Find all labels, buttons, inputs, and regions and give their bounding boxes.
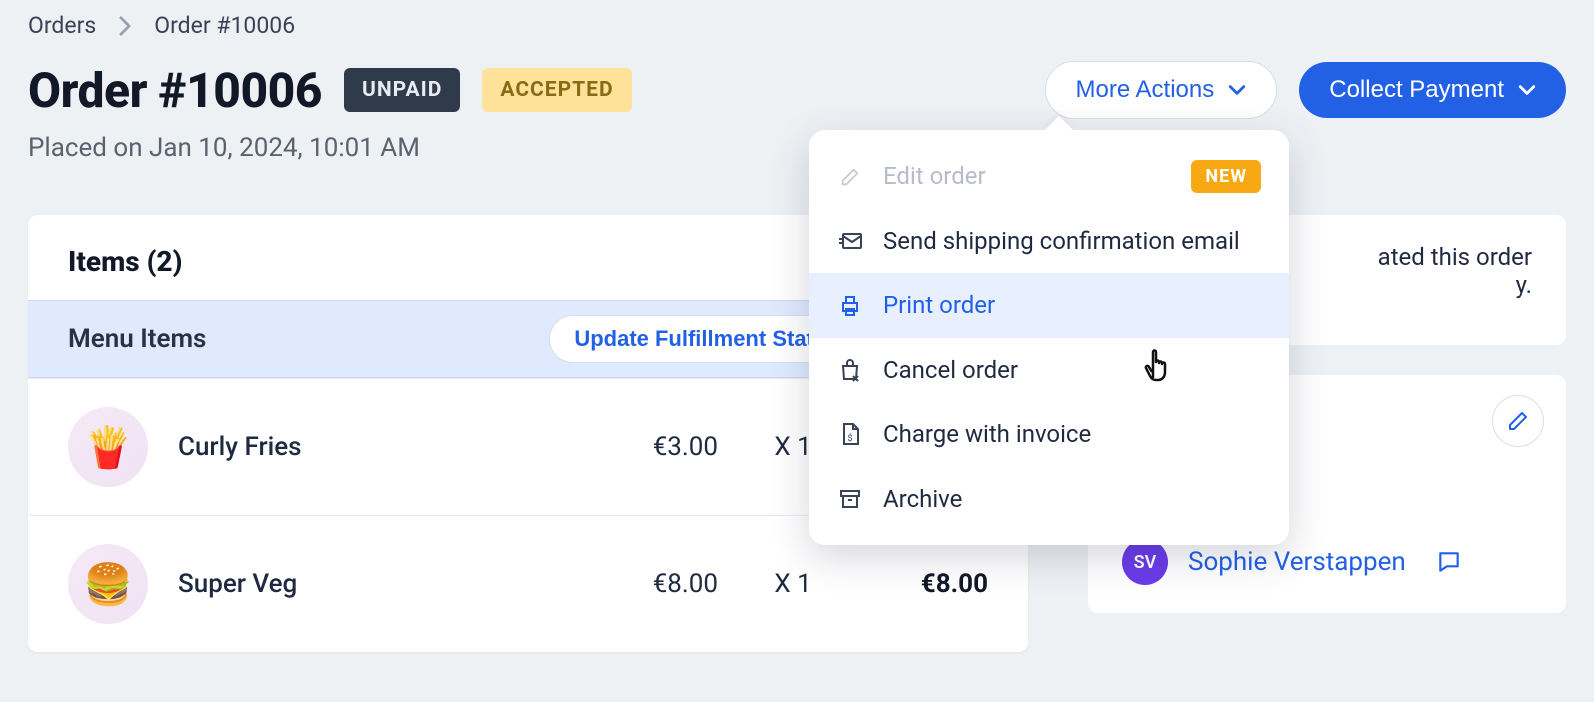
- order-placed-date: Placed on Jan 10, 2024, 10:01 AM: [28, 133, 1566, 163]
- note-text-line1: ated this order: [1378, 243, 1532, 271]
- bag-cancel-icon: [837, 358, 863, 382]
- section-title-menu-items: Menu Items: [68, 324, 531, 354]
- menu-edit-order-label: Edit order: [883, 160, 1171, 192]
- mail-send-icon: [837, 231, 863, 251]
- menu-cancel-order-label: Cancel order: [883, 354, 1261, 386]
- item-name: Super Veg: [178, 569, 568, 599]
- more-actions-label: More Actions: [1076, 76, 1215, 104]
- item-price: €8.00: [598, 569, 718, 599]
- item-qty: X 1: [748, 569, 838, 599]
- menu-print-order[interactable]: Print order: [809, 273, 1289, 337]
- invoice-icon: $: [837, 422, 863, 446]
- menu-charge-invoice[interactable]: $ Charge with invoice: [809, 402, 1289, 466]
- menu-print-order-label: Print order: [883, 289, 1261, 321]
- status-badge-unpaid: UNPAID: [344, 68, 460, 112]
- item-price: €3.00: [598, 432, 718, 462]
- menu-archive-label: Archive: [883, 483, 1261, 515]
- contact-name-link[interactable]: Sophie Verstappen: [1188, 547, 1406, 577]
- item-total: €8.00: [868, 569, 988, 599]
- collect-payment-button[interactable]: Collect Payment: [1299, 62, 1566, 118]
- edit-icon: [837, 166, 863, 188]
- pencil-icon: [1506, 409, 1530, 433]
- menu-edit-order[interactable]: Edit order NEW: [809, 144, 1289, 209]
- avatar: SV: [1122, 539, 1168, 585]
- edit-contact-button[interactable]: [1492, 395, 1544, 447]
- breadcrumb-current: Order #10006: [154, 12, 295, 39]
- status-badge-accepted: ACCEPTED: [482, 68, 631, 112]
- menu-cancel-order[interactable]: Cancel order: [809, 338, 1289, 402]
- breadcrumb-root[interactable]: Orders: [28, 12, 96, 39]
- chevron-down-icon: [1228, 81, 1246, 99]
- chevron-right-icon: [118, 15, 132, 37]
- item-thumbnail: 🍔: [68, 544, 148, 624]
- menu-archive[interactable]: Archive: [809, 467, 1289, 531]
- chevron-down-icon: [1518, 81, 1536, 99]
- menu-send-shipping-email-label: Send shipping confirmation email: [883, 225, 1261, 257]
- archive-icon: [837, 489, 863, 509]
- note-text-line2: y.: [1516, 271, 1532, 299]
- item-thumbnail: 🍟: [68, 407, 148, 487]
- new-badge: NEW: [1191, 160, 1261, 193]
- svg-text:$: $: [847, 433, 852, 444]
- breadcrumb: Orders Order #10006: [28, 12, 1566, 39]
- chat-icon[interactable]: [1436, 549, 1462, 575]
- collect-payment-label: Collect Payment: [1329, 76, 1504, 104]
- menu-send-shipping-email[interactable]: Send shipping confirmation email: [809, 209, 1289, 273]
- printer-icon: [837, 295, 863, 317]
- page-title: Order #10006: [28, 62, 322, 119]
- menu-charge-invoice-label: Charge with invoice: [883, 418, 1261, 450]
- more-actions-button[interactable]: More Actions: [1045, 61, 1278, 119]
- more-actions-menu: Edit order NEW Send shipping confirmatio…: [809, 130, 1289, 545]
- item-name: Curly Fries: [178, 432, 568, 462]
